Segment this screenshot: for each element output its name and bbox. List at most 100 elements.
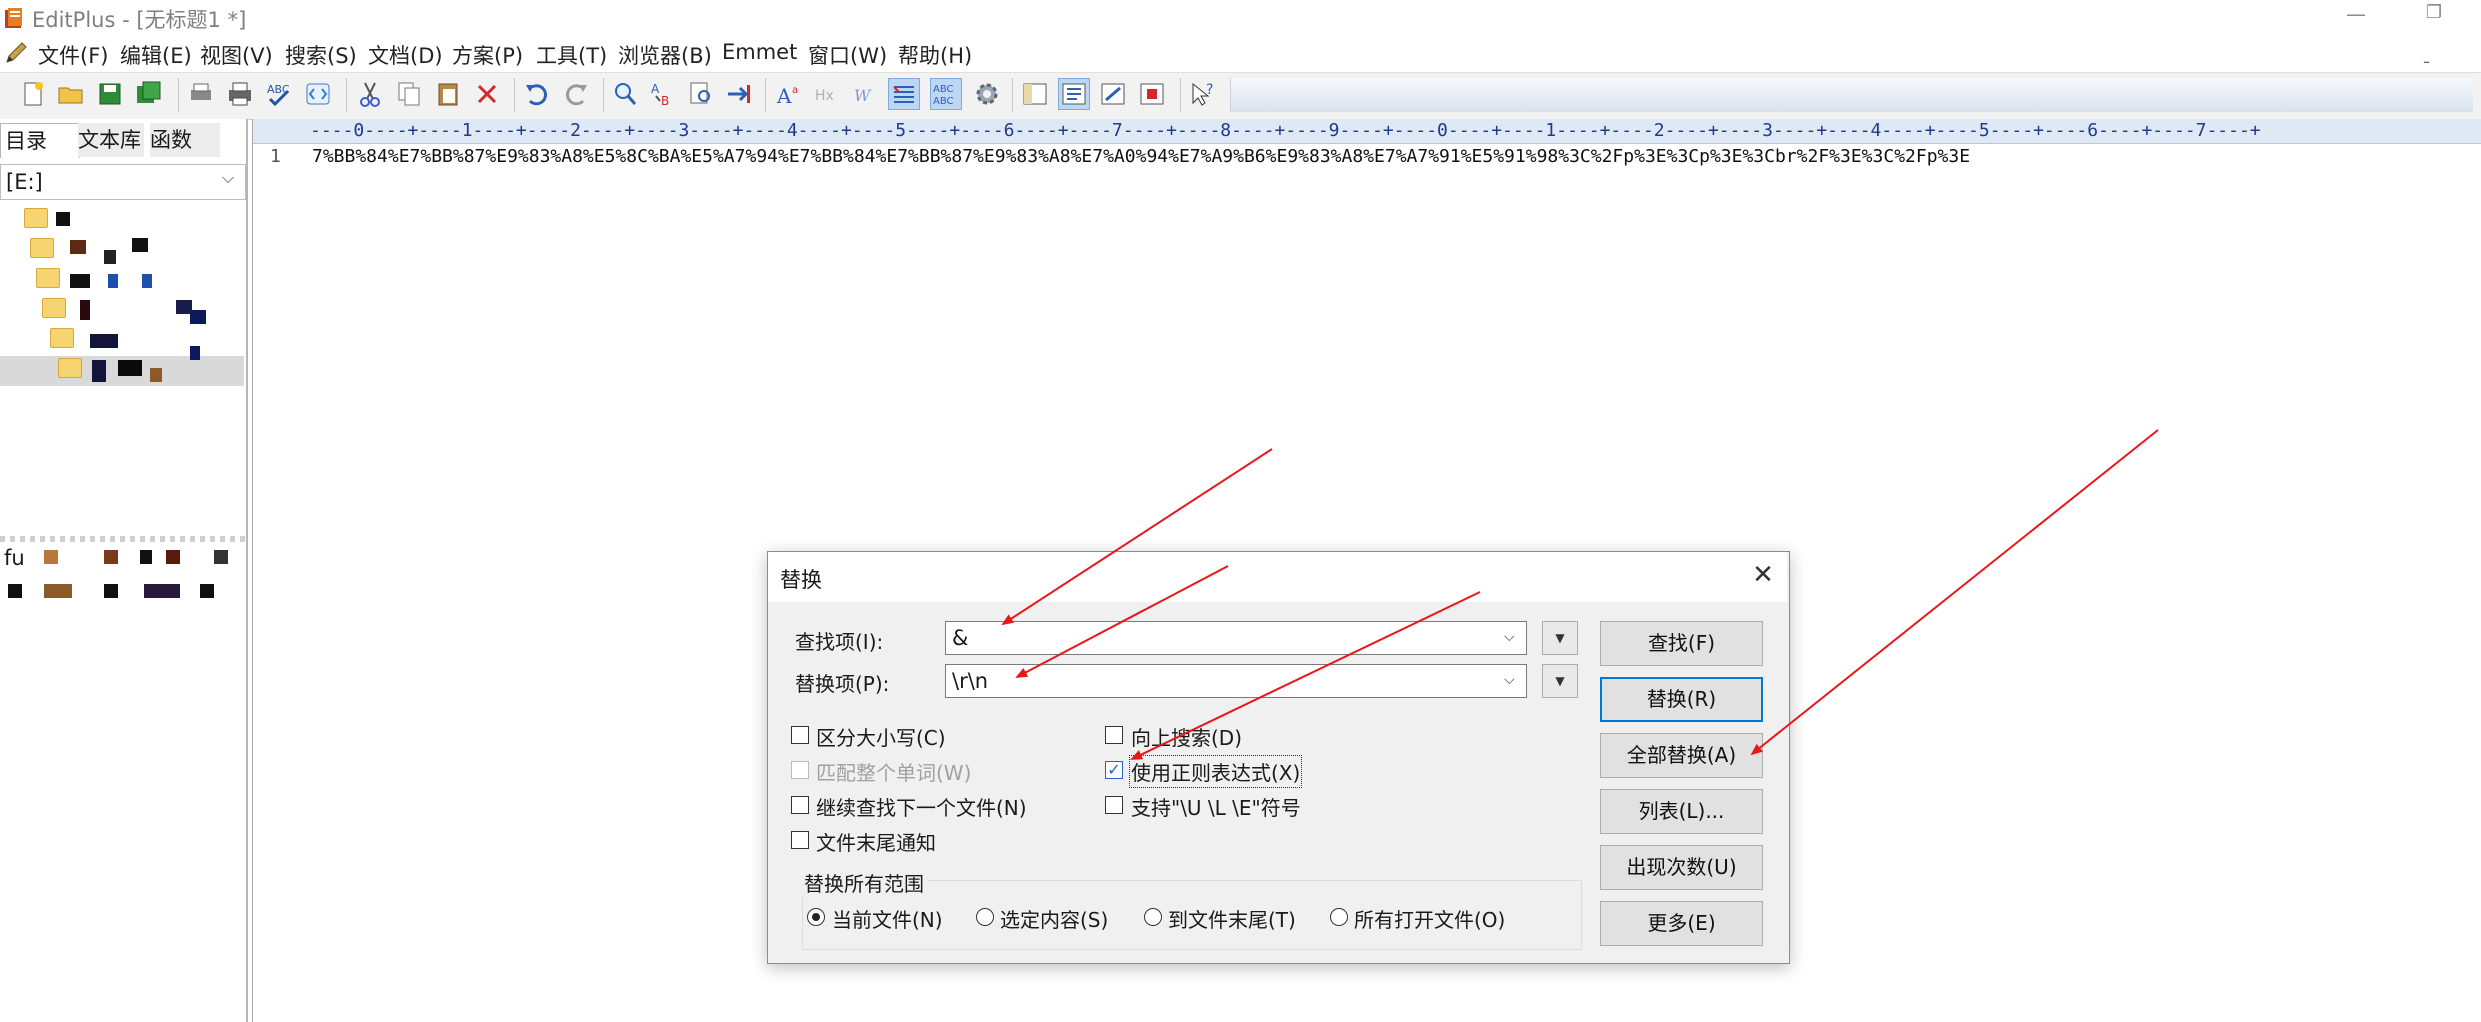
list-button[interactable]: 列表(L)... [1600,789,1763,834]
eof-notify-checkbox[interactable] [791,831,809,849]
menu-project[interactable]: 方案(P) [452,40,523,70]
menu-tools[interactable]: 工具(T) [536,40,607,70]
eof-notify-label[interactable]: 文件末尾通知 [816,827,936,856]
replace-all-button[interactable]: 全部替换(A) [1600,733,1763,778]
folder-icon[interactable] [24,208,48,228]
undo-icon[interactable] [522,79,552,109]
menu-edit[interactable]: 编辑(E) [120,40,192,70]
chevron-down-icon[interactable]: ⌵ [222,168,234,188]
scope-to-eof-radio[interactable] [1144,908,1162,926]
use-regex-label[interactable]: 使用正则表达式(X) [1128,755,1303,788]
count-button[interactable]: 出现次数(U) [1600,845,1763,890]
close-icon[interactable]: ✕ [1748,560,1778,590]
replace-button[interactable]: 替换(R) [1600,677,1763,722]
toolbar-strip [1230,78,2473,112]
obscured-label [92,360,106,382]
find-button[interactable]: 查找(F) [1600,621,1763,666]
menu-emmet[interactable]: Emmet [722,40,797,64]
more-button[interactable]: 更多(E) [1600,901,1763,946]
svg-text:?: ? [1206,82,1213,98]
line-numbers-icon[interactable] [888,78,920,110]
scope-all-open-files-radio[interactable] [1330,908,1348,926]
scope-all-open-files-label[interactable]: 所有打开文件(O) [1354,904,1505,933]
find-combobox[interactable] [945,621,1527,655]
scope-current-file-radio[interactable] [807,908,825,926]
menu-browser[interactable]: 浏览器(B) [618,40,712,70]
open-folder-icon[interactable] [56,79,86,109]
obscured-label [190,346,200,360]
document-pen-icon[interactable] [4,41,30,65]
obscured-label [144,584,180,598]
search-up-label[interactable]: 向上搜索(D) [1131,722,1242,751]
print-preview-icon[interactable] [186,79,216,109]
ruler-icon[interactable]: ABCABC [930,78,962,110]
cut-icon[interactable] [355,79,385,109]
redo-icon[interactable] [561,79,591,109]
minimize-button[interactable]: — [2338,2,2374,32]
save-all-icon[interactable] [134,79,164,109]
support-ule-label[interactable]: 支持"\U \L \E"符号 [1131,792,1301,821]
find-options-button[interactable]: ▼ [1542,621,1578,655]
replace-input[interactable]: \r\n [946,665,988,697]
delete-icon[interactable] [472,79,502,109]
folder-icon[interactable] [50,328,74,348]
continue-next-file-checkbox[interactable] [791,796,809,814]
menu-document[interactable]: 文档(D) [368,40,443,70]
menu-window[interactable]: 窗口(W) [808,40,887,70]
save-icon[interactable] [95,79,125,109]
paste-icon[interactable] [433,79,463,109]
scope-selection-radio[interactable] [976,908,994,926]
continue-next-file-label[interactable]: 继续查找下一个文件(N) [816,792,1027,821]
help-icon[interactable]: ? [1188,79,1218,109]
find-in-files-icon[interactable] [686,79,716,109]
print-icon[interactable] [225,79,255,109]
dialog-title-bar [768,552,1787,602]
match-case-label[interactable]: 区分大小写(C) [816,722,946,751]
chevron-down-icon[interactable]: ⌵ [1504,672,1515,688]
new-file-icon[interactable] [18,79,48,109]
directory-window-icon[interactable] [1020,79,1050,109]
tab-functions[interactable]: 函数 [150,123,220,157]
word-wrap-icon[interactable]: W [850,79,880,109]
editor-line-text[interactable]: 7%BB%84%E7%BB%87%E9%83%A8%E5%8C%BA%E5%A7… [312,146,1970,167]
folder-icon[interactable] [36,268,60,288]
obscured-label [118,360,142,376]
match-case-checkbox[interactable] [791,726,809,744]
scope-current-file-label[interactable]: 当前文件(N) [832,904,943,933]
browser-view-icon[interactable] [303,79,333,109]
menu-search[interactable]: 搜索(S) [285,40,357,70]
fullscreen-icon[interactable] [1137,79,1167,109]
cliptext-window-icon[interactable] [1058,78,1090,110]
menu-help[interactable]: 帮助(H) [898,40,972,70]
tab-directory[interactable]: 目录 [0,123,80,158]
folder-icon[interactable] [58,358,82,378]
output-window-icon[interactable] [1098,79,1128,109]
copy-icon[interactable] [394,79,424,109]
scope-to-eof-label[interactable]: 到文件末尾(T) [1168,904,1296,933]
file-list-item[interactable]: fu [4,546,25,570]
maximize-button[interactable]: ❐ [2414,2,2454,32]
replace-options-button[interactable]: ▼ [1542,664,1578,698]
folder-icon[interactable] [30,238,54,258]
scope-selection-label[interactable]: 选定内容(S) [1000,904,1108,933]
search-up-checkbox[interactable] [1105,726,1123,744]
find-input[interactable]: & [946,622,968,654]
replace-combobox[interactable] [945,664,1527,698]
settings-gear-icon[interactable] [972,79,1002,109]
replace-icon[interactable]: AB [648,79,678,109]
find-icon[interactable] [610,79,640,109]
replace-scope-title: 替换所有范围 [800,868,928,897]
tab-cliptext[interactable]: 文本库 [78,123,144,157]
spell-check-icon[interactable]: ABC [264,79,294,109]
chevron-down-icon[interactable]: ⌵ [1504,629,1515,645]
goto-line-icon[interactable] [724,79,754,109]
mdi-minimize-button[interactable]: ˍ [2422,44,2431,65]
menu-view[interactable]: 视图(V) [200,40,273,70]
obscured-label [44,550,58,564]
support-ule-checkbox[interactable] [1105,796,1123,814]
folder-icon[interactable] [42,298,66,318]
menu-file[interactable]: 文件(F) [38,40,108,70]
panel-splitter[interactable] [0,536,246,542]
font-size-icon[interactable]: Aa [774,79,804,109]
html-color-icon[interactable]: Hx [812,79,842,109]
